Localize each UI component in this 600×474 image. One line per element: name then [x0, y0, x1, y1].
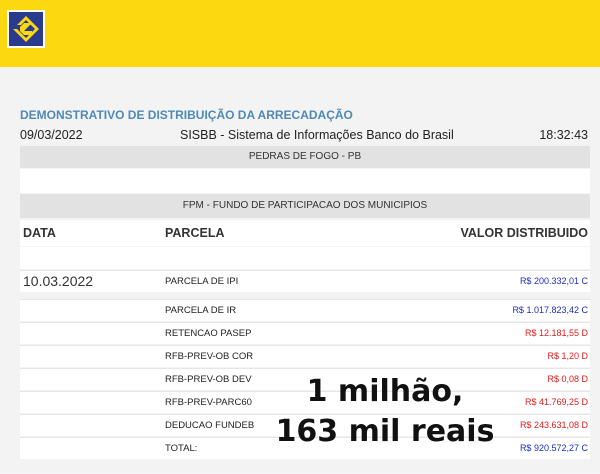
report-meta: 09/03/2022 SISBB - Sistema de Informaçõe…: [20, 126, 590, 144]
report-time: 18:32:43: [539, 128, 588, 142]
row-parcela: RFB-PREV-OB COR: [165, 351, 254, 362]
table-row: RETENCAO PASEP R$ 12.181,55 D: [20, 322, 590, 344]
row-parcela: RFB-PREV-OB DEV: [165, 374, 252, 385]
row-parcela: RFB-PREV-PARC60: [165, 397, 252, 408]
logo-glyph: [13, 16, 39, 42]
top-bar: [0, 0, 600, 67]
column-header-data: DATA: [23, 226, 56, 240]
fund-band: FPM - FUNDO DE PARTICIPACAO DOS MUNICIPI…: [20, 194, 590, 218]
spacer-row: [20, 247, 590, 269]
row-parcela: DEDUCAO FUNDEB: [165, 420, 255, 431]
column-header-parcela: PARCELA: [165, 226, 225, 240]
row-date: 10.03.2022: [23, 273, 94, 289]
spacer-row: [20, 169, 590, 193]
table-row: PARCELA DE IR R$ 1.017.823,42 C: [20, 299, 590, 321]
table-row: RFB-PREV-OB COR R$ 1,20 D: [20, 345, 590, 367]
system-name: SISBB - Sistema de Informações Banco do …: [180, 128, 454, 142]
row-valor: R$ 12.181,55 D: [524, 328, 588, 338]
overlay-line-1: 1 milhão,: [306, 374, 464, 409]
row-valor: R$ 243.631,08 D: [519, 420, 588, 430]
row-parcela: PARCELA DE IR: [165, 305, 237, 316]
row-valor: R$ 1.017.823,42 C: [512, 305, 588, 315]
row-valor: R$ 920.572,27 C: [519, 443, 588, 453]
row-parcela: TOTAL:: [165, 443, 198, 454]
row-valor: R$ 0,08 D: [547, 374, 588, 384]
report-date: 09/03/2022: [20, 128, 83, 142]
report-title: DEMONSTRATIVO DE DISTRIBUIÇÃO DA ARRECAD…: [20, 108, 353, 122]
city-band: PEDRAS DE FOGO - PB: [20, 146, 590, 168]
row-valor: R$ 1,20 D: [547, 351, 588, 361]
overlay-caption: 1 milhão, 163 mil reais: [270, 372, 500, 452]
row-parcela: RETENCAO PASEP: [165, 328, 252, 339]
column-header-valor: VALOR DISTRIBUIDO: [460, 226, 588, 240]
table-header: DATA PARCELA VALOR DISTRIBUIDO: [20, 220, 590, 246]
row-valor: R$ 41.769,25 D: [524, 397, 588, 407]
table-row: 10.03.2022 PARCELA DE IPI R$ 200.332,01 …: [20, 270, 590, 292]
row-valor: R$ 200.332,01 C: [519, 276, 588, 286]
banco-do-brasil-logo-icon[interactable]: [7, 10, 45, 48]
row-parcela: PARCELA DE IPI: [165, 276, 239, 287]
overlay-line-2: 163 mil reais: [275, 414, 495, 449]
